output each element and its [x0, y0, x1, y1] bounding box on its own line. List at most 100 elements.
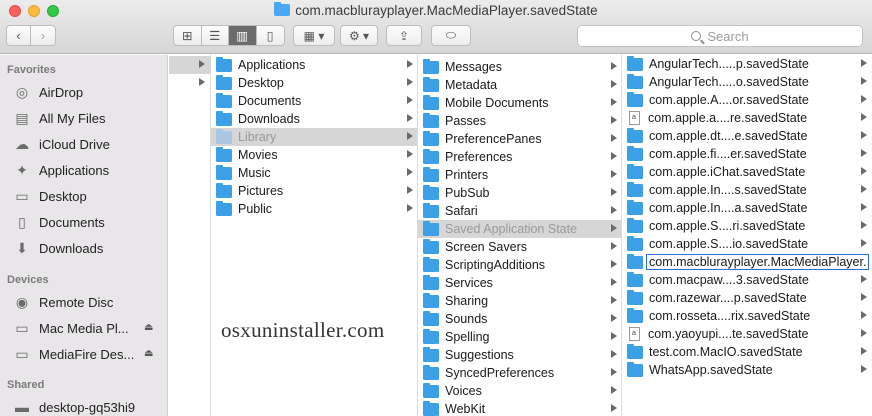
- list-item[interactable]: Movies: [211, 146, 417, 164]
- list-item[interactable]: com.apple.In....s.savedState: [622, 181, 872, 199]
- folder-icon: [627, 271, 643, 287]
- list-item[interactable]: SyncedPreferences: [418, 364, 621, 382]
- chevron-right-icon: [611, 296, 617, 304]
- list-item[interactable]: Music: [211, 164, 417, 182]
- list-item[interactable]: AngularTech.....o.savedState: [622, 73, 872, 91]
- list-item[interactable]: Documents: [211, 92, 417, 110]
- list-item-label: Movies: [238, 148, 278, 162]
- list-item[interactable]: Sounds: [418, 310, 621, 328]
- list-item[interactable]: Pictures: [211, 182, 417, 200]
- sidebar-item[interactable]: ⬇ Downloads: [13, 235, 103, 261]
- list-item[interactable]: Suggestions: [418, 346, 621, 364]
- share-button[interactable]: ⇪: [386, 25, 422, 46]
- list-item[interactable]: com.apple.fi....er.savedState: [622, 145, 872, 163]
- list-item[interactable]: Sharing: [418, 292, 621, 310]
- list-item[interactable]: test.com.MacIO.savedState: [622, 343, 872, 361]
- sidebar-item-label: iCloud Drive: [39, 136, 110, 152]
- sidebar-item[interactable]: ✦ Applications: [13, 157, 109, 183]
- folder-icon: [423, 346, 439, 362]
- sidebar-item[interactable]: ▭ Mac Media Pl...: [13, 315, 128, 341]
- list-view-icon: ☰: [209, 29, 221, 43]
- list-item[interactable]: com.apple.iChat.savedState: [622, 163, 872, 181]
- list-item[interactable]: Preferences: [418, 148, 621, 166]
- view-mode-button[interactable]: ▥: [229, 26, 257, 45]
- list-item[interactable]: com.apple.A....or.savedState: [622, 91, 872, 109]
- list-item[interactable]: PubSub: [418, 184, 621, 202]
- action-button[interactable]: ⚙ ▾: [340, 25, 378, 46]
- arrange-button[interactable]: ▦ ▾: [293, 25, 335, 46]
- view-mode-button[interactable]: ▯: [257, 26, 284, 45]
- list-item[interactable]: Voices: [418, 382, 621, 400]
- list-item[interactable]: WebKit: [418, 400, 621, 416]
- list-item[interactable]: Safari: [418, 202, 621, 220]
- list-item[interactable]: PreferencePanes: [418, 130, 621, 148]
- sidebar-item[interactable]: ▭ Desktop: [13, 183, 87, 209]
- list-item[interactable]: com.macblurayplayer.MacMediaPlayer.: [622, 253, 872, 271]
- search-field[interactable]: Search: [577, 25, 863, 47]
- list-item-label: Suggestions: [445, 348, 514, 362]
- eject-icon[interactable]: ⏏: [144, 322, 153, 333]
- sidebar-item[interactable]: ▤ All My Files: [13, 105, 105, 131]
- list-item[interactable]: com.apple.dt....e.savedState: [622, 127, 872, 145]
- sidebar-item[interactable]: ◎ AirDrop: [13, 79, 83, 105]
- list-item[interactable]: com.macpaw....3.savedState: [622, 271, 872, 289]
- list-item[interactable]: Desktop: [211, 74, 417, 92]
- list-item[interactable]: Messages: [418, 58, 621, 76]
- folder-icon: [423, 292, 439, 308]
- list-item[interactable]: Spelling: [418, 328, 621, 346]
- chevron-right-icon: [861, 77, 867, 85]
- list-item[interactable]: AngularTech.....p.savedState: [622, 55, 872, 73]
- sidebar-item[interactable]: ▬ desktop-gq53hi9: [13, 394, 135, 416]
- folder-icon: [423, 76, 439, 92]
- list-item[interactable]: com.apple.In....a.savedState: [622, 199, 872, 217]
- sidebar-item[interactable]: ▯ Documents: [13, 209, 105, 235]
- list-item[interactable]: ScriptingAdditions: [418, 256, 621, 274]
- list-item-label: com.apple.dt....e.savedState: [649, 129, 808, 143]
- list-item-label: Safari: [445, 204, 478, 218]
- watermark-text: osxuninstaller.com: [221, 318, 385, 342]
- folder-icon: [627, 127, 643, 143]
- view-mode-button[interactable]: ☰: [202, 26, 229, 45]
- sidebar-item[interactable]: ▭ MediaFire Des...: [13, 341, 134, 367]
- sidebar-item-label: Remote Disc: [39, 294, 114, 310]
- file-icon: [629, 111, 640, 125]
- list-item-label: WebKit: [445, 402, 486, 416]
- list-item-label: Documents: [238, 94, 302, 108]
- list-item[interactable]: Public: [211, 200, 417, 218]
- forward-button[interactable]: ›: [31, 26, 55, 45]
- chevron-right-icon: [611, 62, 617, 70]
- view-mode-button[interactable]: ⊞: [174, 26, 202, 45]
- list-item[interactable]: Saved Application State: [418, 220, 621, 238]
- list-item[interactable]: Printers: [418, 166, 621, 184]
- list-item[interactable]: Screen Savers: [418, 238, 621, 256]
- list-item[interactable]: Metadata: [418, 76, 621, 94]
- tags-button[interactable]: ⬭: [431, 25, 471, 46]
- list-item-label: Saved Application State: [445, 222, 578, 236]
- list-item-label: com.yaoyupi....te.savedState: [648, 327, 809, 341]
- list-item-label: Printers: [445, 168, 489, 182]
- list-item[interactable]: WhatsApp.savedState: [622, 361, 872, 379]
- sidebar-item[interactable]: ◉ Remote Disc: [13, 289, 114, 315]
- list-item[interactable]: Services: [418, 274, 621, 292]
- chevron-right-icon: [611, 116, 617, 124]
- back-button[interactable]: ‹: [7, 26, 32, 45]
- list-item[interactable]: Downloads: [211, 110, 417, 128]
- list-item[interactable]: com.yaoyupi....te.savedState: [622, 325, 872, 343]
- list-item[interactable]: Mobile Documents: [418, 94, 621, 112]
- folder-icon: [423, 364, 439, 380]
- list-item-label: Services: [445, 276, 493, 290]
- list-item[interactable]: com.rosseta....rix.savedState: [622, 307, 872, 325]
- eject-icon[interactable]: ⏏: [144, 348, 153, 359]
- list-item[interactable]: com.razewar....p.savedState: [622, 289, 872, 307]
- list-item-label: Screen Savers: [445, 240, 527, 254]
- list-item[interactable]: Library: [211, 128, 417, 146]
- list-item[interactable]: com.apple.S....io.savedState: [622, 235, 872, 253]
- chevron-right-icon: [611, 170, 617, 178]
- list-item[interactable]: com.apple.S....ri.savedState: [622, 217, 872, 235]
- sidebar-item[interactable]: ☁ iCloud Drive: [13, 131, 110, 157]
- list-item[interactable]: com.apple.a....re.savedState: [622, 109, 872, 127]
- list-item[interactable]: Applications: [211, 56, 417, 74]
- folder-icon: [423, 400, 439, 416]
- sidebar-item-label: Desktop: [39, 188, 87, 204]
- list-item[interactable]: Passes: [418, 112, 621, 130]
